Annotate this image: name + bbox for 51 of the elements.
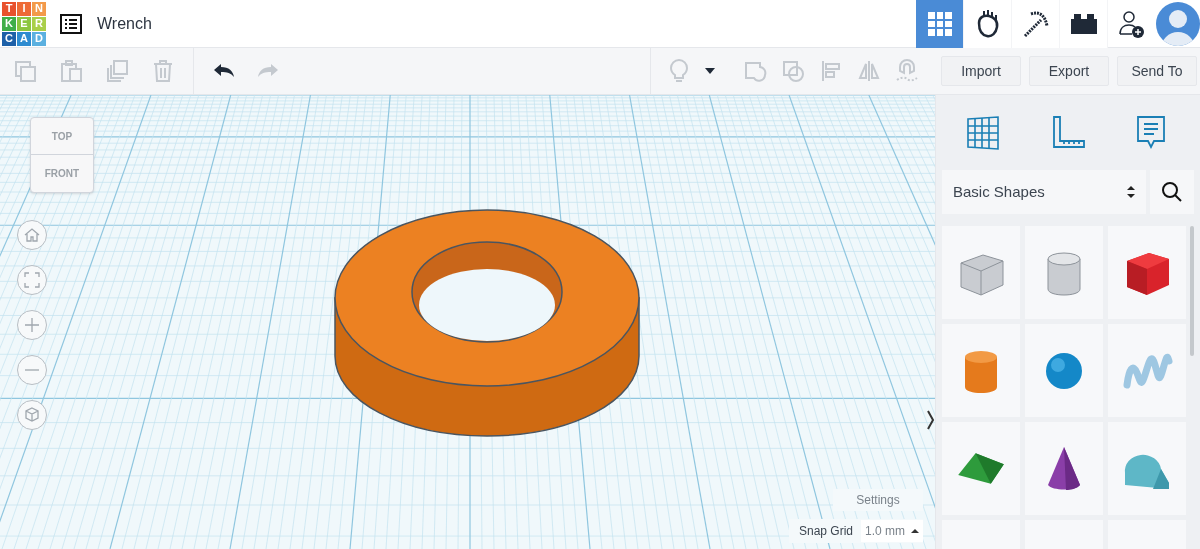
collapse-chevron-icon[interactable] <box>926 409 935 431</box>
ungroup-icon <box>781 59 805 83</box>
search-icon <box>1161 181 1183 203</box>
cube-front-label: FRONT <box>43 167 81 181</box>
snap-grid-dropdown[interactable]: 1.0 mm <box>861 520 923 542</box>
fit-view-icon <box>21 269 43 291</box>
action-button[interactable]: Send To <box>1117 56 1197 86</box>
zoom-out-icon <box>24 368 40 372</box>
document-title[interactable]: Wrench <box>97 11 152 36</box>
clipboard-icon <box>59 59 83 83</box>
trash-icon <box>151 59 175 83</box>
logo-letter: T <box>2 1 16 16</box>
add-user-icon <box>1118 9 1146 39</box>
snap-grid-label: Snap Grid <box>798 523 853 540</box>
view-mode-button[interactable] <box>1012 0 1060 48</box>
shape-card[interactable] <box>1025 422 1103 515</box>
logo-letter: I <box>17 1 31 16</box>
action-button[interactable]: Export <box>1029 56 1109 86</box>
view-mode-button[interactable] <box>964 0 1012 48</box>
magnet-icon <box>895 59 919 83</box>
logo-letter: A <box>17 31 31 46</box>
copy-icon <box>13 59 37 83</box>
logo-letter: E <box>17 16 31 31</box>
roof-icon <box>956 451 1006 486</box>
settings-button[interactable]: Settings <box>833 489 923 511</box>
scrollbar[interactable] <box>1190 226 1194 356</box>
shape-card[interactable] <box>1025 324 1103 417</box>
list-icon[interactable] <box>60 13 82 34</box>
action-button[interactable]: Import <box>941 56 1021 86</box>
grid-icon <box>926 11 953 37</box>
caret-icon <box>911 528 919 534</box>
caret-icon <box>705 68 715 74</box>
sort-arrows-icon <box>1127 185 1135 199</box>
view-mode-button[interactable] <box>1060 0 1108 48</box>
category-select[interactable]: Basic Shapes <box>942 170 1146 214</box>
logo-letter: N <box>32 1 46 16</box>
brick-icon <box>1069 13 1098 35</box>
group-icon <box>743 59 767 83</box>
cube-top-label: TOP <box>31 118 93 155</box>
lightbulb-icon <box>667 59 691 83</box>
logo[interactable]: T I N K E R C A D <box>2 1 46 46</box>
logo-letter: D <box>32 31 46 46</box>
duplicate-icon <box>105 59 129 83</box>
shape-card[interactable] <box>942 422 1020 515</box>
logo-letter: C <box>2 31 16 46</box>
align-icon <box>819 59 843 83</box>
search-button[interactable] <box>1150 170 1194 214</box>
mirror-icon <box>857 59 881 83</box>
shape-card[interactable] <box>1108 226 1186 319</box>
logo-letter: R <box>32 16 46 31</box>
logo-letter: K <box>2 16 16 31</box>
